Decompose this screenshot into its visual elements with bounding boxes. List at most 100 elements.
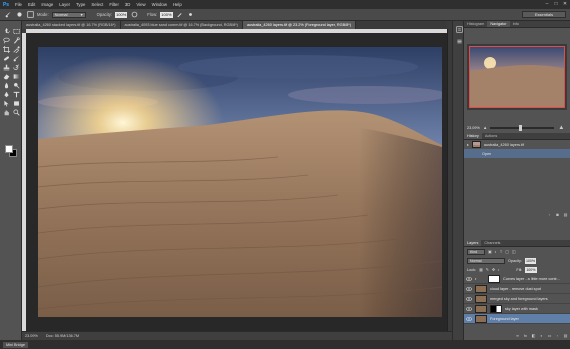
layer-style-icon[interactable]: fx: [523, 333, 528, 338]
workspace-switcher[interactable]: Essentials: [522, 11, 566, 18]
airbrush-icon[interactable]: [176, 11, 184, 19]
tab-histogram[interactable]: Histogram: [464, 21, 487, 27]
eraser-icon[interactable]: [2, 72, 11, 80]
eye-icon[interactable]: [466, 296, 472, 302]
brush-icon[interactable]: [4, 11, 12, 19]
type-icon[interactable]: [12, 90, 21, 98]
dodge-icon[interactable]: [12, 81, 21, 89]
path-select-icon[interactable]: [2, 99, 11, 107]
menu-filter[interactable]: Filter: [106, 0, 122, 9]
lasso-icon[interactable]: [2, 36, 11, 44]
lock-paint-icon[interactable]: ✎: [486, 267, 489, 272]
layer-thumbnail[interactable]: [475, 314, 487, 323]
filter-pixel-icon[interactable]: ▣: [488, 249, 492, 254]
brush-tool-icon[interactable]: [12, 54, 21, 62]
menu-help[interactable]: Help: [170, 0, 185, 9]
eye-icon[interactable]: [466, 286, 472, 292]
maximize-button[interactable]: □: [553, 1, 559, 7]
properties-panel-icon[interactable]: [455, 37, 463, 45]
lock-pixels-icon[interactable]: ▦: [479, 267, 483, 272]
history-state[interactable]: Open: [464, 149, 570, 158]
doc-tab-1[interactable]: australia_4260 stacked layers.tif @ 16.7…: [22, 21, 121, 29]
history-brush-icon[interactable]: [12, 63, 21, 71]
zoom-icon[interactable]: [12, 108, 21, 116]
menu-view[interactable]: View: [133, 0, 148, 9]
tab-actions[interactable]: Actions: [482, 133, 500, 139]
menu-edit[interactable]: Edit: [25, 0, 38, 9]
eye-icon[interactable]: [466, 316, 472, 322]
layer-row[interactable]: ◐ Curves layer - a little more contr...: [464, 274, 570, 284]
fill-input[interactable]: 100%: [525, 266, 537, 273]
camera-icon[interactable]: ◙: [555, 212, 560, 217]
mini-bridge-tab[interactable]: Mini Bridge: [3, 341, 28, 348]
blur-icon[interactable]: [2, 81, 11, 89]
layer-mask-thumbnail[interactable]: [490, 304, 502, 313]
brush-panel-icon[interactable]: [26, 11, 34, 19]
navigator-zoom-slider[interactable]: [490, 125, 555, 131]
zoom-readout[interactable]: 23.09%: [25, 334, 38, 338]
new-adjustment-icon[interactable]: ◐: [539, 333, 544, 338]
tab-channels[interactable]: Channels: [481, 240, 503, 246]
history-panel-icon[interactable]: [455, 25, 463, 33]
navigator-zoom-value[interactable]: 23.09%: [467, 126, 480, 130]
doc-size-readout[interactable]: Doc: 55.9M/136.7M: [46, 334, 79, 338]
stamp-icon[interactable]: [2, 63, 11, 71]
history-source-icon[interactable]: ▸: [467, 142, 469, 147]
mode-select[interactable]: Normal ▾: [51, 11, 86, 18]
menu-layer[interactable]: Layer: [56, 0, 73, 9]
canvas-area[interactable]: [26, 33, 447, 331]
opacity-input[interactable]: 100%: [115, 11, 128, 18]
shape-icon[interactable]: [12, 99, 21, 107]
move-icon[interactable]: [2, 27, 11, 35]
history-snapshot[interactable]: ▸ australia_4260 layers.tif: [464, 140, 570, 149]
tab-history[interactable]: History: [464, 133, 482, 139]
layer-row[interactable]: merged sky and foreground layers: [464, 294, 570, 304]
document-image[interactable]: [38, 47, 442, 317]
pen-icon[interactable]: [2, 90, 11, 98]
eye-icon[interactable]: [466, 306, 472, 312]
navigator-preview[interactable]: [467, 44, 567, 110]
doc-tab-3[interactable]: australia_4260 layers.tif @ 23.2% (Foreg…: [242, 21, 357, 29]
navigator-view-box[interactable]: [469, 46, 565, 108]
filter-adjust-icon[interactable]: ◐: [495, 250, 497, 254]
pressure-opacity-icon[interactable]: [130, 11, 138, 19]
layer-row[interactable]: cloud layer - remove dust spot: [464, 284, 570, 294]
layer-opacity-input[interactable]: 100%: [524, 257, 537, 264]
foreground-color-swatch[interactable]: [5, 145, 13, 153]
layer-mask-thumbnail[interactable]: [488, 274, 500, 283]
eyedropper-icon[interactable]: [12, 45, 21, 53]
menu-window[interactable]: Window: [149, 0, 170, 9]
menu-3d[interactable]: 3D: [122, 0, 134, 9]
brush-size-picker[interactable]: [15, 11, 23, 19]
menu-type[interactable]: Type: [73, 0, 88, 9]
menu-image[interactable]: Image: [38, 0, 56, 9]
filter-smart-icon[interactable]: ◫: [512, 249, 516, 254]
layer-row-selected[interactable]: Foreground layer: [464, 314, 570, 324]
marquee-icon[interactable]: [12, 27, 21, 35]
flow-input[interactable]: 100%: [160, 11, 173, 18]
menu-file[interactable]: File: [12, 0, 25, 9]
eye-icon[interactable]: [466, 276, 472, 282]
trash-icon[interactable]: ▤: [563, 333, 568, 338]
close-button[interactable]: ✕: [562, 1, 568, 7]
blend-mode-select[interactable]: Normal: [467, 257, 505, 264]
new-group-icon[interactable]: ▭: [547, 333, 552, 338]
quick-select-icon[interactable]: [12, 36, 21, 44]
tab-navigator[interactable]: Navigator: [487, 21, 510, 27]
filter-type-icon[interactable]: T: [500, 250, 502, 254]
doc-tab-2[interactable]: australia_4093 blue sand comm.tif @ 16.7…: [120, 21, 243, 29]
layer-row[interactable]: sky layer with mask: [464, 304, 570, 314]
trash-icon[interactable]: ▤: [563, 212, 568, 217]
tab-info[interactable]: Info: [510, 21, 522, 27]
lock-all-icon[interactable]: ▪: [498, 268, 499, 272]
layer-thumbnail[interactable]: [475, 304, 487, 313]
new-layer-icon[interactable]: ▫: [555, 333, 560, 338]
layer-kind-filter[interactable]: Kind: [467, 248, 485, 255]
minimize-button[interactable]: –: [544, 1, 550, 7]
gradient-icon[interactable]: [12, 72, 21, 80]
color-swatches[interactable]: [5, 145, 17, 157]
add-mask-icon[interactable]: ◧: [531, 333, 536, 338]
layer-thumbnail[interactable]: [475, 284, 487, 293]
healing-icon[interactable]: [2, 54, 11, 62]
crop-icon[interactable]: [2, 45, 11, 53]
